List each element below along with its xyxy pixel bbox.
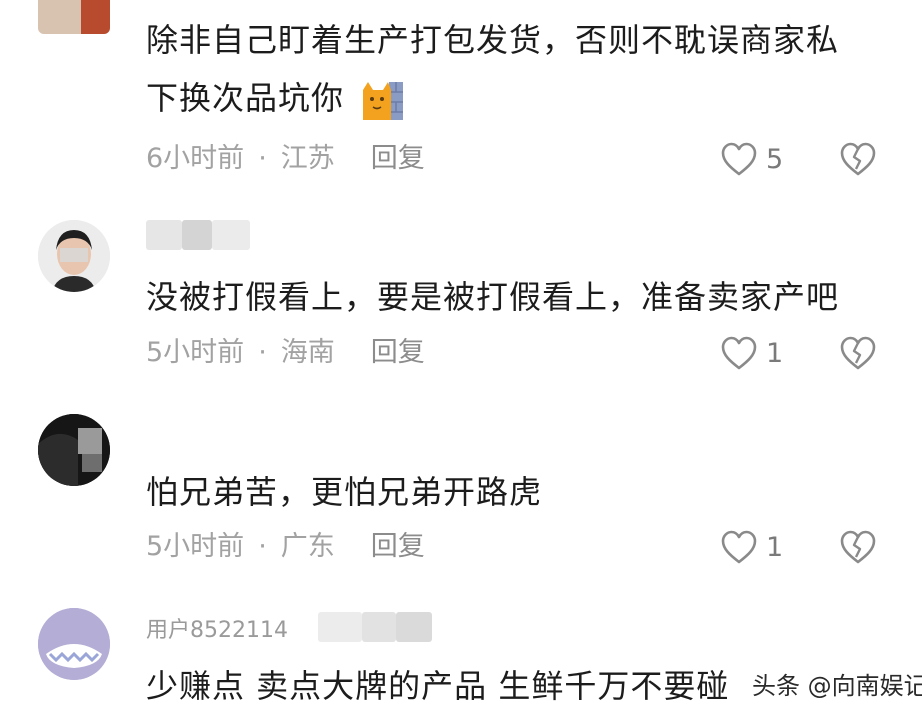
- cat-emoji-icon: [361, 78, 405, 122]
- comment-text-line: 除非自己盯着生产打包发货，否则不耽误商家私: [146, 21, 840, 59]
- like-button[interactable]: 1: [720, 527, 783, 567]
- broken-heart-icon[interactable]: [838, 333, 878, 373]
- comment-time: 6小时前: [146, 143, 245, 174]
- like-button[interactable]: 1: [720, 333, 783, 373]
- like-button[interactable]: 5: [720, 139, 783, 179]
- comment-text-line: 少赚点 卖点大牌的产品 生鲜千万不要碰: [146, 667, 730, 705]
- broken-heart-icon[interactable]: [838, 139, 878, 179]
- avatar[interactable]: [38, 0, 110, 34]
- comment-text-line: 下换次品坑你: [146, 78, 405, 122]
- heart-icon: [721, 530, 757, 564]
- heart-icon: [721, 336, 757, 370]
- comment-text-line: 没被打假看上，要是被打假看上，准备卖家产吧: [146, 278, 840, 316]
- comment-location: 广东: [280, 531, 335, 562]
- comment-list: 除非自己盯着生产打包发货，否则不耽误商家私 下换次品坑你 6小时前 · 江苏 回…: [0, 0, 922, 714]
- comment-text: 下换次品坑你: [146, 79, 345, 117]
- comment-meta: 5小时前 · 海南 回复: [146, 336, 425, 370]
- heart-icon: [721, 142, 757, 176]
- reply-button[interactable]: 回复: [371, 531, 425, 562]
- meta-separator: ·: [258, 143, 267, 174]
- meta-separator: ·: [258, 337, 267, 368]
- reply-button[interactable]: 回复: [371, 143, 425, 174]
- comment-time: 5小时前: [146, 531, 245, 562]
- avatar[interactable]: [38, 608, 110, 680]
- comment-meta: 6小时前 · 江苏 回复: [146, 142, 425, 176]
- comment-meta: 5小时前 · 广东 回复: [146, 530, 425, 564]
- like-count: 1: [766, 337, 784, 369]
- comment-location: 海南: [280, 337, 335, 368]
- watermark: 头条 @向南娱记: [752, 672, 922, 700]
- meta-separator: ·: [258, 531, 267, 562]
- avatar[interactable]: [38, 220, 110, 292]
- avatar[interactable]: [38, 414, 110, 486]
- comment-text-line: 怕兄弟苦，更怕兄弟开路虎: [146, 473, 543, 511]
- comment-location: 江苏: [280, 143, 335, 174]
- broken-heart-icon[interactable]: [838, 527, 878, 567]
- username[interactable]: 用户8522114: [146, 612, 288, 642]
- like-count: 1: [766, 531, 784, 563]
- like-count: 5: [766, 143, 784, 175]
- reply-button[interactable]: 回复: [371, 337, 425, 368]
- comment-time: 5小时前: [146, 337, 245, 368]
